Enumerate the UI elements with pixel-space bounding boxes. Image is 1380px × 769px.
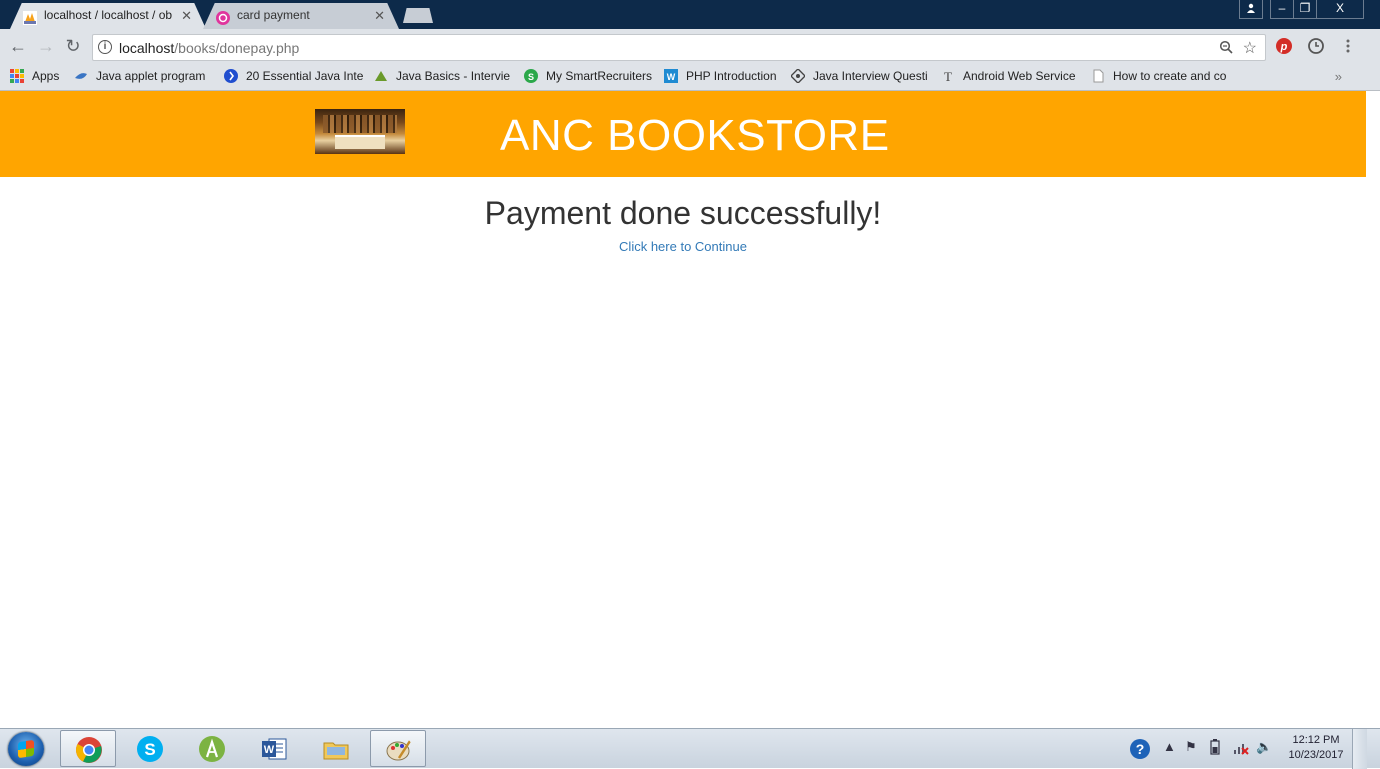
chrome-icon — [76, 737, 102, 763]
back-icon[interactable]: ← — [8, 36, 28, 56]
new-tab-button[interactable] — [403, 8, 433, 23]
action-center-flag-icon[interactable]: ⚑ — [1185, 739, 1197, 755]
clock-time: 12:12 PM — [1292, 734, 1340, 746]
bookmark-how-to-create[interactable]: How to create and co — [1091, 69, 1229, 83]
history-extension-icon[interactable] — [1306, 36, 1326, 56]
scrollbar-gutter — [1366, 91, 1380, 728]
open-book-shape — [335, 135, 385, 149]
taskbar-paint[interactable] — [370, 730, 426, 767]
toptal-icon — [224, 69, 238, 83]
bookmark-favicon-icon — [791, 69, 807, 83]
site-title: ANC BOOKSTORE — [500, 111, 890, 160]
profile-icon[interactable] — [1239, 0, 1263, 19]
w3schools-icon: W — [664, 69, 678, 83]
address-bar[interactable]: i localhost/books/donepay.php ☆ — [92, 34, 1266, 61]
apps-grid-icon — [10, 69, 24, 83]
svg-text:p: p — [1280, 41, 1288, 53]
help-icon[interactable]: ? — [1130, 738, 1152, 763]
menu-dots-icon[interactable] — [1338, 36, 1358, 56]
more-bookmarks-icon[interactable]: » — [1335, 69, 1342, 84]
clock-date: 10/23/2017 — [1288, 749, 1344, 761]
bookstore-logo-image — [315, 109, 405, 154]
close-window-button[interactable]: X — [1316, 0, 1364, 19]
paint-icon — [386, 740, 412, 761]
taskbar-word[interactable]: W — [246, 730, 302, 767]
tab-title: localhost / localhost / ob — [44, 8, 173, 22]
page-icon — [1091, 69, 1105, 83]
taskbar-chrome[interactable] — [60, 730, 116, 767]
close-tab-icon[interactable]: ✕ — [374, 3, 385, 28]
lastpass-extension-icon[interactable]: p — [1274, 36, 1294, 56]
svg-text:S: S — [144, 740, 155, 759]
continue-link[interactable]: Click here to Continue — [0, 239, 1366, 254]
windows-taskbar: S W ? ▲ ⚑ 🔈 12:12 PM 10/23/2017 — [0, 728, 1380, 769]
taskbar-file-explorer[interactable] — [308, 730, 364, 767]
svg-text:S: S — [528, 72, 534, 82]
show-hidden-icons-icon[interactable]: ▲ — [1163, 739, 1176, 754]
skype-icon: S — [137, 736, 163, 762]
bookmark-android-web-service[interactable]: T Android Web Service — [941, 69, 1079, 83]
tab-phpmyadmin[interactable]: localhost / localhost / ob ✕ — [10, 3, 206, 29]
battery-icon[interactable] — [1210, 739, 1220, 758]
word-icon: W — [262, 738, 287, 760]
success-message: Payment done successfully! — [484, 195, 882, 231]
taskbar-skype[interactable]: S — [122, 730, 178, 767]
svg-text:W: W — [264, 744, 275, 756]
system-clock[interactable]: 12:12 PM 10/23/2017 — [1284, 733, 1348, 763]
bookmark-favicon-icon — [374, 69, 388, 83]
address-url[interactable]: localhost/books/donepay.php — [119, 40, 299, 56]
phpmyadmin-icon — [23, 9, 37, 25]
bookmark-my-smartrecruiters[interactable]: S My SmartRecruiters — [524, 69, 654, 83]
start-button[interactable] — [8, 732, 44, 766]
bookmark-20-essential-java[interactable]: 20 Essential Java Inte — [224, 69, 363, 83]
close-tab-icon[interactable]: ✕ — [181, 3, 192, 28]
bookmark-java-basics[interactable]: Java Basics - Intervie — [374, 69, 512, 83]
bookmark-apps[interactable]: Apps — [10, 69, 59, 83]
minimize-button[interactable]: – — [1270, 0, 1294, 19]
zoom-icon[interactable] — [1219, 40, 1233, 57]
tab-title: card payment — [237, 8, 310, 22]
bookmark-java-applet[interactable]: Java applet program — [74, 69, 209, 83]
volume-icon[interactable]: 🔈 — [1256, 739, 1272, 755]
forward-icon[interactable]: → — [36, 36, 56, 56]
browser-toolbar: ← → ↻ i localhost/books/donepay.php ☆ p — [0, 29, 1380, 65]
windows-logo-icon — [18, 739, 34, 759]
bookshelf-shape — [323, 115, 397, 133]
reload-icon[interactable]: ↻ — [63, 36, 83, 56]
restore-button[interactable]: ❐ — [1293, 0, 1317, 19]
page-favicon-icon — [216, 9, 230, 25]
site-header: ANC BOOKSTORE — [0, 91, 1366, 177]
bookmark-php-introduction[interactable]: W PHP Introduction — [664, 69, 782, 83]
network-disconnected-icon[interactable] — [1233, 739, 1249, 758]
svg-text:T: T — [944, 69, 952, 83]
svg-text:?: ? — [1136, 741, 1145, 757]
svg-text:W: W — [667, 72, 676, 82]
bookmark-favicon-icon — [74, 69, 88, 83]
tab-card-payment[interactable]: card payment ✕ — [203, 3, 399, 29]
bookmarks-bar: Apps Java applet program 20 Essential Ja… — [0, 65, 1380, 91]
bookmark-star-icon[interactable]: ☆ — [1243, 38, 1257, 58]
android-studio-icon — [199, 736, 225, 762]
show-desktop-button[interactable] — [1352, 729, 1367, 769]
bookmark-java-interview-questions[interactable]: Java Interview Questi — [791, 69, 929, 83]
smartrecruiters-icon: S — [524, 69, 538, 83]
tumblr-t-icon: T — [941, 69, 955, 83]
page-content: ANC BOOKSTORE Payment done successfully!… — [0, 91, 1366, 728]
taskbar-android-studio[interactable] — [184, 730, 240, 767]
site-info-icon[interactable]: i — [98, 40, 112, 54]
browser-titlebar: localhost / localhost / ob ✕ card paymen… — [0, 0, 1380, 29]
file-explorer-icon — [323, 742, 349, 760]
